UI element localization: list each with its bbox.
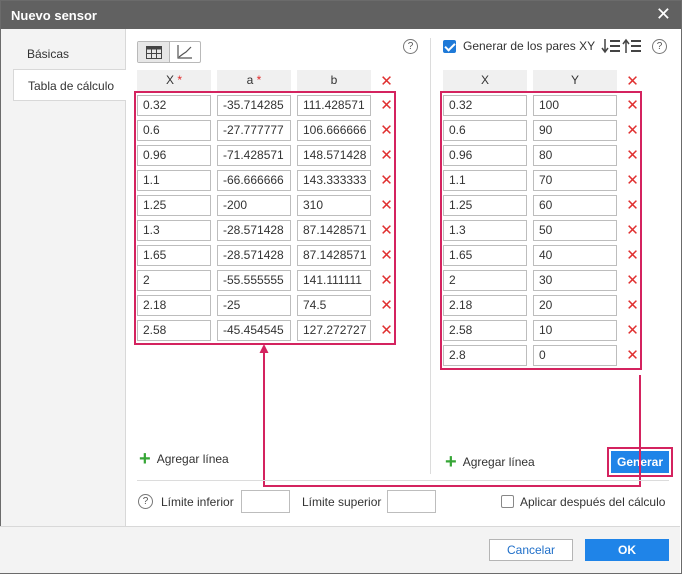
dialog-footer xyxy=(0,526,680,573)
flow-arrow xyxy=(259,344,641,487)
lower-bound-input[interactable] xyxy=(241,490,290,513)
upper-bound-label: Límite superior xyxy=(302,495,382,509)
ok-button[interactable]: OK xyxy=(585,539,669,561)
lower-bound-label: Límite inferior xyxy=(161,495,234,509)
help-icon[interactable]: ? xyxy=(138,494,153,509)
apply-after-label: Aplicar después del cálculo xyxy=(520,495,666,509)
upper-bound-input[interactable] xyxy=(387,490,436,513)
bounds-divider xyxy=(137,480,669,481)
apply-after-checkbox[interactable] xyxy=(501,495,514,508)
cancel-button[interactable]: Cancelar xyxy=(489,539,573,561)
